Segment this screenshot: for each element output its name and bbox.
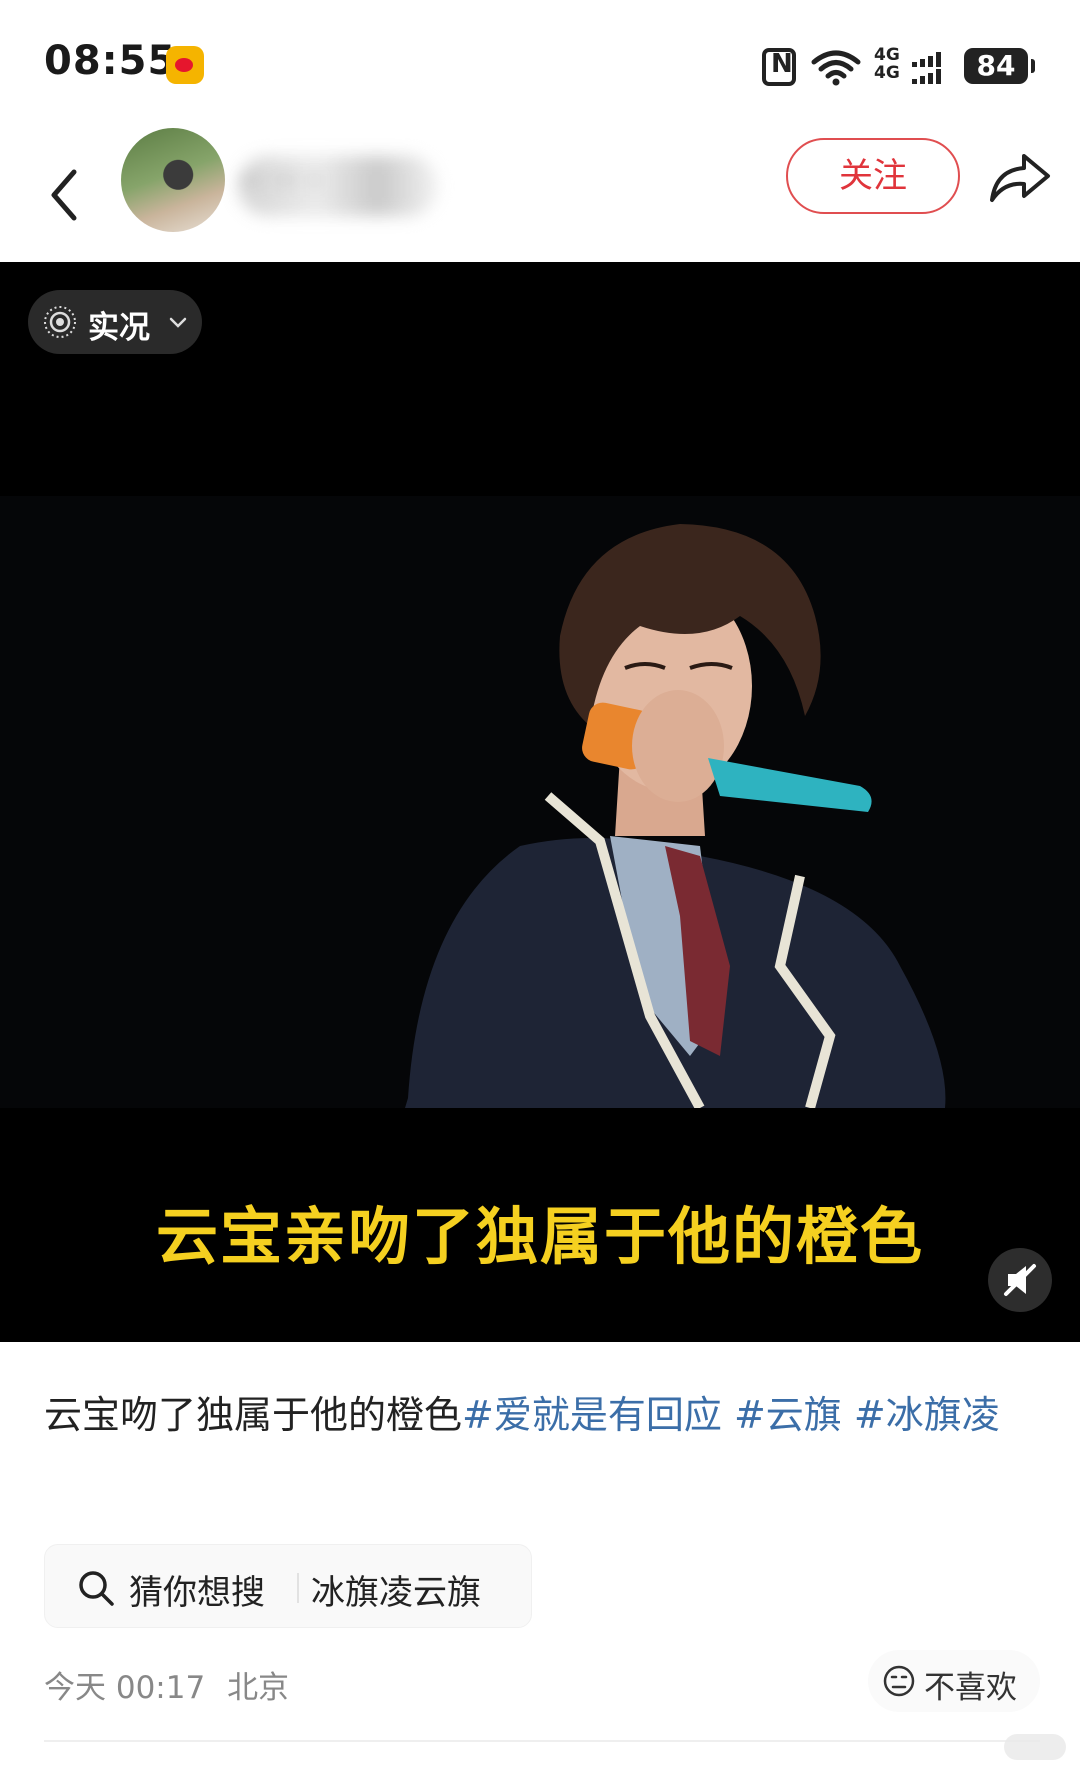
divider xyxy=(297,1573,299,1603)
follow-button[interactable]: 关注 xyxy=(786,138,960,214)
dislike-button[interactable]: 不喜欢 xyxy=(868,1650,1040,1712)
dislike-label: 不喜欢 xyxy=(924,1670,1017,1706)
search-icon xyxy=(79,1571,114,1606)
wifi-icon xyxy=(811,50,861,86)
weibo-icon xyxy=(166,46,204,84)
performer-illustration xyxy=(0,496,1080,1108)
watermark xyxy=(1004,1734,1066,1760)
post-meta: 今天 00:17 北京 xyxy=(44,1662,301,1707)
live-photo-label: 实况 xyxy=(88,310,150,346)
hashtag-link[interactable]: #冰旗凌 xyxy=(854,1393,1000,1437)
hashtag-link[interactable]: #爱就是有回应 xyxy=(462,1393,722,1437)
network-type-label: 4G 4G xyxy=(874,45,900,83)
hashtag-link[interactable]: #云旗 xyxy=(734,1393,842,1437)
status-bar: 08:55 4G4G 84 xyxy=(0,0,1080,120)
video-caption: 云宝亲吻了独属于他的橙色 xyxy=(155,1200,924,1273)
performer-photo xyxy=(0,496,1080,1108)
mute-icon xyxy=(1004,1264,1036,1296)
post-location: 北京 xyxy=(227,1670,290,1706)
live-photo-badge[interactable]: 实况 xyxy=(28,290,202,354)
post-body: 云宝吻了独属于他的橙色 xyxy=(44,1393,463,1437)
nfc-icon xyxy=(762,48,796,86)
chevron-down-icon xyxy=(169,317,187,328)
post-time: 今天 00:17 xyxy=(44,1670,206,1706)
post-text: 云宝吻了独属于他的橙色#爱就是有回应 #云旗 #冰旗凌 xyxy=(44,1380,1034,1450)
avatar[interactable] xyxy=(121,128,225,232)
share-icon[interactable] xyxy=(988,148,1052,208)
search-suggestion-label: 猜你想搜 xyxy=(129,1573,265,1613)
mute-button[interactable] xyxy=(988,1248,1052,1312)
divider xyxy=(44,1740,1040,1742)
live-photo-icon xyxy=(44,306,76,338)
battery-icon: 84 xyxy=(964,48,1035,84)
username[interactable]: ·· ·· · xyxy=(240,160,320,201)
signal-icon xyxy=(912,52,941,84)
post-header: ·· ·· · 关注 xyxy=(0,120,1080,262)
search-suggestion[interactable]: 猜你想搜 冰旗凌云旗 xyxy=(44,1544,532,1628)
dislike-face-icon xyxy=(883,1665,915,1697)
search-suggestion-term[interactable]: 冰旗凌云旗 xyxy=(311,1565,481,1614)
status-time: 08:55 xyxy=(44,38,177,84)
post-media[interactable]: 实况 云宝亲吻了独属于他的橙色 xyxy=(0,262,1080,1342)
back-icon[interactable] xyxy=(40,150,90,240)
